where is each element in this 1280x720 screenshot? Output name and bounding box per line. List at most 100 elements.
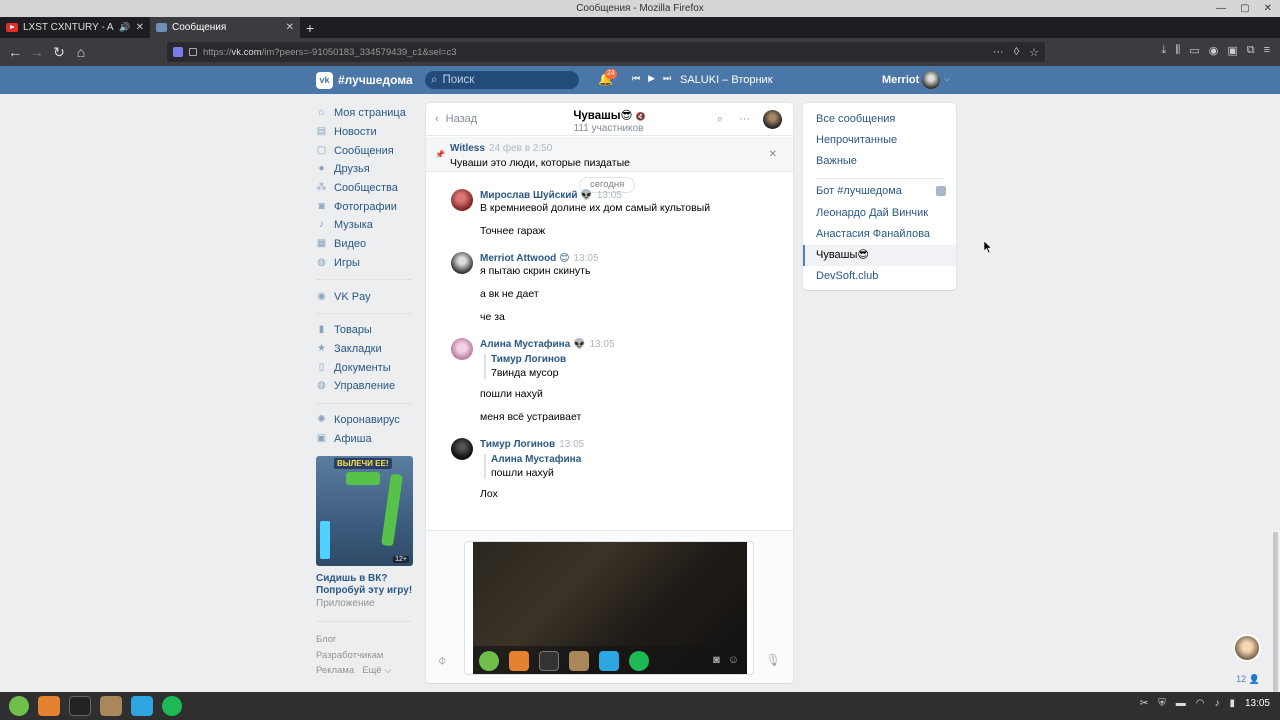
filter-important[interactable]: Важные: [803, 151, 956, 172]
search-icon[interactable]: ⌕: [717, 113, 723, 126]
battery-icon[interactable]: ▮: [1229, 698, 1235, 709]
new-tab-icon[interactable]: +: [300, 17, 320, 38]
menu-item-vkpay[interactable]: ◉ VK Pay: [316, 287, 416, 306]
page-scrollbar[interactable]: [1273, 532, 1278, 692]
url-text[interactable]: https://vk.com/im?peers=-91050183_334579…: [203, 47, 987, 58]
lock-icon[interactable]: [189, 48, 197, 56]
close-tab-icon[interactable]: ✕: [286, 22, 294, 33]
menu-item-friends[interactable]: ● Друзья: [316, 160, 416, 179]
conversation-item[interactable]: Бот #лучшедома: [803, 181, 956, 202]
reply-quote[interactable]: Тимур Логинов 7винда мусор: [484, 354, 566, 379]
speaker-icon[interactable]: 🔊: [119, 22, 130, 33]
vk-brand[interactable]: #лучшедома: [338, 73, 413, 87]
firefox-icon[interactable]: [38, 696, 60, 716]
footer-developers[interactable]: Разработчикам: [316, 648, 412, 664]
home-browser-icon[interactable]: ⌂: [70, 44, 92, 60]
download-icon[interactable]: ⤓: [1161, 44, 1166, 57]
message-author[interactable]: Тимур Логинов 13:05: [480, 439, 584, 450]
menu-item-music[interactable]: ♪ Музыка: [316, 216, 416, 235]
chevron-down-icon[interactable]: ⌵: [944, 74, 950, 84]
account-icon[interactable]: ◉: [1209, 44, 1219, 57]
tab-youtube[interactable]: LXST CXNTURY - ANDRO 🔊 ✕: [0, 17, 150, 38]
attachment-preview[interactable]: ◙ ☺: [464, 541, 754, 675]
folder-icon[interactable]: [100, 696, 122, 716]
vk-logo-icon[interactable]: vk: [316, 72, 333, 89]
avatar[interactable]: [1233, 634, 1261, 662]
close-icon[interactable]: ✕: [769, 149, 777, 160]
conversation-item[interactable]: Леонардо Дай Винчик: [803, 203, 956, 224]
tracking-shield-icon[interactable]: [173, 47, 183, 57]
menu-item-coronavirus[interactable]: ✺ Коронавирус: [316, 411, 416, 430]
menu-item-messages[interactable]: ▢ Сообщения: [316, 141, 416, 160]
menu-item-goods[interactable]: ▮ Товары: [316, 321, 416, 340]
current-track[interactable]: SALUKI – Вторник: [680, 74, 773, 86]
close-tab-icon[interactable]: ✕: [136, 22, 144, 33]
chat-dock[interactable]: 12 👤: [1233, 634, 1263, 692]
footer-ads[interactable]: Реклама: [316, 663, 354, 679]
wifi-icon[interactable]: ◠: [1196, 698, 1205, 709]
url-bar[interactable]: https://vk.com/im?peers=-91050183_334579…: [167, 42, 1045, 62]
chat-avatar[interactable]: [763, 110, 782, 129]
conversation-item[interactable]: Анастасия Фанайлова: [803, 224, 956, 245]
menu-item-bookmarks[interactable]: ★ Закладки: [316, 340, 416, 359]
filter-all-messages[interactable]: Все сообщения: [803, 109, 956, 130]
avatar[interactable]: [451, 189, 473, 211]
pinned-message[interactable]: 📌 Witless 24 фев в 2:50 Чуваши это люди, …: [426, 137, 793, 172]
camera-icon[interactable]: ◙: [713, 654, 720, 666]
clock[interactable]: 13:05: [1245, 698, 1270, 709]
previous-track-icon[interactable]: ⏮: [632, 73, 640, 84]
forward-arrow-icon[interactable]: →: [26, 44, 48, 60]
library-icon[interactable]: ⫼: [1175, 44, 1180, 57]
ad-title[interactable]: Сидишь в ВК? Попробуй эту игру!: [316, 573, 416, 597]
sidebar-icon[interactable]: ▭: [1189, 44, 1199, 57]
reply-quote[interactable]: Алина Мустафина пошли нахуй: [484, 454, 581, 479]
menu-item-documents[interactable]: ▯ Документы: [316, 358, 416, 377]
paperclip-icon[interactable]: ⌀: [434, 652, 449, 667]
avatar[interactable]: [451, 252, 473, 274]
menu-item-groups[interactable]: ⁂ Сообщества: [316, 179, 416, 198]
close-window-icon[interactable]: ✕: [1264, 0, 1272, 17]
menu-item-my-page[interactable]: ⌂ Моя страница: [316, 104, 416, 123]
menu-item-video[interactable]: ▦ Видео: [316, 235, 416, 254]
play-icon[interactable]: ▶: [648, 73, 655, 84]
footer-more[interactable]: Ещё ⌵: [362, 663, 391, 679]
filter-unread[interactable]: Непрочитанные: [803, 130, 956, 151]
search-box[interactable]: ⌕: [425, 71, 579, 89]
emoji-icon[interactable]: ☺: [728, 654, 739, 666]
next-track-icon[interactable]: ⏭: [663, 73, 671, 84]
menu-item-afisha[interactable]: ▣ Афиша: [316, 429, 416, 448]
volume-icon[interactable]: ♪: [1214, 698, 1219, 709]
menu-hamburger-icon[interactable]: ≡: [1264, 44, 1270, 57]
menu-item-management[interactable]: ◍ Управление: [316, 377, 416, 396]
menu-item-games[interactable]: ◍ Игры: [316, 254, 416, 273]
bookmark-star-icon[interactable]: ☆: [1029, 46, 1039, 59]
user-name[interactable]: Merriot: [882, 74, 919, 86]
menu-item-news[interactable]: ▤ Новости: [316, 123, 416, 142]
message-author[interactable]: Merriot Attwood 😊 13:05: [480, 253, 599, 264]
back-arrow-icon[interactable]: ←: [4, 44, 26, 60]
user-avatar[interactable]: [922, 71, 940, 89]
conversation-item-active[interactable]: Чувашы😎: [803, 245, 956, 266]
more-actions-icon[interactable]: ···: [993, 46, 1004, 59]
message-author[interactable]: Мирослав Шуйский 👽 13:05: [480, 190, 622, 201]
spotify-icon[interactable]: [162, 696, 182, 716]
mint-menu-icon[interactable]: [9, 696, 29, 716]
avatar[interactable]: [451, 438, 473, 460]
terminal-icon[interactable]: [69, 696, 91, 716]
clipboard-icon[interactable]: ✂: [1140, 698, 1148, 709]
more-icon[interactable]: ···: [739, 113, 750, 126]
extension-icon[interactable]: ▣: [1227, 44, 1237, 57]
menu-item-photos[interactable]: ◙ Фотографии: [316, 197, 416, 216]
pocket-icon[interactable]: ◊: [1014, 46, 1019, 59]
shield-icon[interactable]: ⛨: [1158, 698, 1166, 709]
reload-icon[interactable]: ↻: [48, 44, 70, 61]
microphone-icon[interactable]: 🎙: [766, 653, 781, 667]
language-flag-icon[interactable]: ▬: [1176, 698, 1186, 709]
telegram-icon[interactable]: [131, 696, 153, 716]
pinned-author[interactable]: Witless 24 фев в 2:50: [450, 143, 552, 154]
minimize-icon[interactable]: —: [1216, 0, 1226, 17]
search-input[interactable]: [442, 74, 563, 86]
message-author[interactable]: Алина Мустафина 👽 13:05: [480, 339, 615, 350]
conversation-item[interactable]: DevSoft.club: [803, 266, 956, 287]
maximize-icon[interactable]: ▢: [1240, 0, 1249, 17]
